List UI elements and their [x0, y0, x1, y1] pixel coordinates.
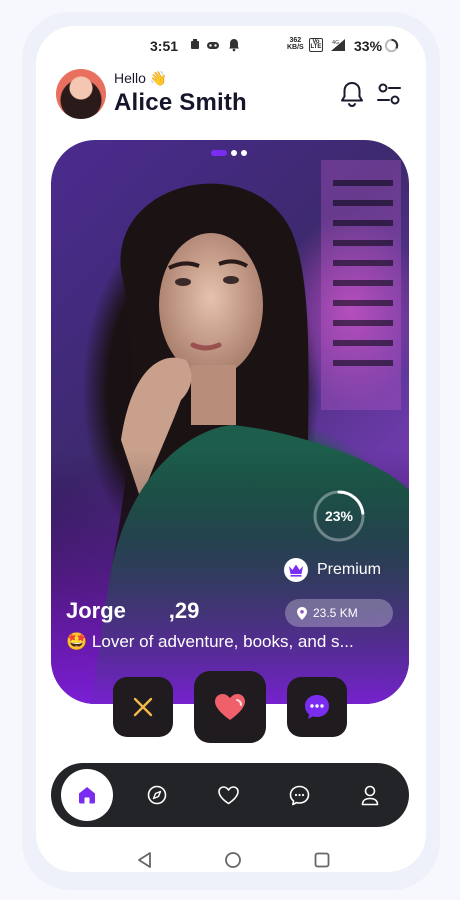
- crown-icon: [284, 558, 308, 582]
- profile-card[interactable]: 23% Premium Jorge ,29 23.5 KM 🤩 Lover of…: [51, 140, 409, 704]
- status-time: 3:51: [150, 38, 179, 54]
- nav-explore[interactable]: [131, 769, 183, 821]
- distance-chip: 23.5 KM: [285, 599, 393, 627]
- profile-bio: 🤩 Lover of adventure, books, and s...: [66, 632, 396, 652]
- bio-emoji: 🤩: [66, 632, 88, 651]
- premium-badge: Premium: [284, 557, 381, 583]
- photo-pager: [211, 150, 247, 156]
- system-back-icon[interactable]: [136, 851, 154, 869]
- system-recents-icon[interactable]: [314, 852, 330, 868]
- bottom-nav: [51, 763, 409, 827]
- svg-text:4G: 4G: [332, 40, 339, 46]
- profile-age: ,29: [168, 598, 200, 623]
- close-icon: [133, 697, 153, 717]
- location-pin-icon: [297, 606, 307, 620]
- user-icon: [361, 785, 379, 805]
- compass-icon: [147, 785, 167, 805]
- status-bar: 3:51 362 KB/S Vo LTE 4G 33%: [36, 26, 426, 64]
- notifications-bell-icon[interactable]: [339, 80, 365, 108]
- game-controller-icon: [207, 42, 219, 49]
- bell-status-icon: [229, 39, 239, 52]
- profile-name: Jorge: [66, 598, 126, 623]
- nav-profile[interactable]: [344, 769, 396, 821]
- home-icon: [79, 787, 95, 804]
- system-home-icon[interactable]: [224, 851, 242, 869]
- premium-label: Premium: [317, 561, 382, 578]
- battery-icon: [384, 38, 399, 53]
- wave-emoji: 👋: [149, 70, 168, 86]
- user-name: Alice Smith: [114, 89, 247, 116]
- nav-chat[interactable]: [273, 769, 325, 821]
- pager-dot[interactable]: [241, 150, 247, 156]
- chat-icon: [289, 785, 309, 805]
- profile-name-age: Jorge ,29: [66, 598, 199, 624]
- chat-bubble-icon: [305, 695, 329, 719]
- pager-dot-active[interactable]: [211, 150, 227, 156]
- greeting: Hello 👋: [114, 70, 168, 86]
- battery-percent: 33%: [354, 38, 383, 54]
- filter-icon[interactable]: [376, 82, 402, 106]
- message-button[interactable]: [287, 677, 347, 737]
- heart-outline-icon: [217, 785, 239, 804]
- pager-dot[interactable]: [231, 150, 237, 156]
- volte-indicator: Vo LTE: [309, 38, 323, 52]
- notification-icon: [191, 39, 199, 49]
- heart-icon: [215, 693, 245, 720]
- nav-home[interactable]: [61, 769, 113, 821]
- avatar[interactable]: [56, 69, 106, 119]
- network-speed: 362 KB/S: [287, 37, 304, 51]
- distance-value: 23.5 KM: [313, 606, 358, 620]
- like-button[interactable]: [194, 671, 266, 743]
- phone-screen: 3:51 362 KB/S Vo LTE 4G 33% Hello 👋 Alice S…: [36, 26, 426, 872]
- dislike-button[interactable]: [113, 677, 173, 737]
- nav-likes[interactable]: [202, 769, 254, 821]
- match-percent: 23%: [324, 508, 354, 524]
- signal-icon: 4G: [331, 39, 345, 51]
- bio-text: Lover of adventure, books, and s...: [91, 632, 354, 651]
